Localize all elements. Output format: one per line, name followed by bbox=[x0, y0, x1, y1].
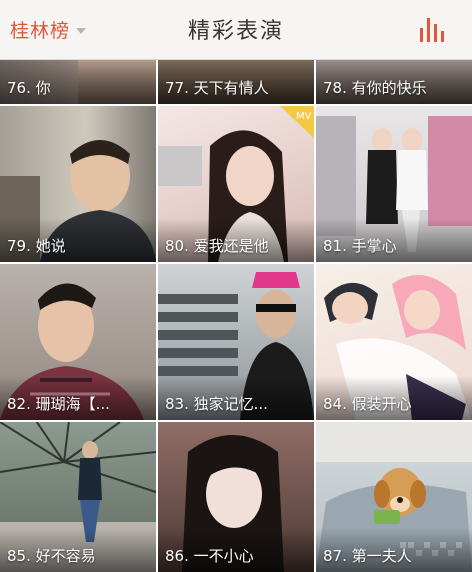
tile-84[interactable]: 84. 假装开心 bbox=[316, 264, 472, 420]
performance-grid: 76. 你 77. 天下有情人 78. 有你的快乐 79. 她说 MV 80. … bbox=[0, 60, 472, 572]
top-bar: 桂林榜 精彩表演 bbox=[0, 0, 472, 60]
tile-caption: 85. 好不容易 bbox=[7, 547, 96, 565]
tile-77[interactable]: 77. 天下有情人 bbox=[158, 60, 314, 104]
mv-badge: MV bbox=[280, 106, 314, 138]
tile-86[interactable]: 86. 一不小心 bbox=[158, 422, 314, 572]
tile-caption: 77. 天下有情人 bbox=[165, 79, 269, 97]
mv-badge-label: MV bbox=[296, 111, 312, 122]
tile-caption: 82. 珊瑚海【... bbox=[7, 395, 110, 413]
tile-caption: 87. 第一夫人 bbox=[323, 547, 412, 565]
tile-caption: 76. 你 bbox=[7, 79, 51, 97]
tile-85[interactable]: 85. 好不容易 bbox=[0, 422, 156, 572]
page-title: 精彩表演 bbox=[187, 19, 284, 44]
tile-caption: 81. 手掌心 bbox=[323, 237, 397, 255]
tile-76[interactable]: 76. 你 bbox=[0, 60, 156, 104]
tile-caption: 79. 她说 bbox=[7, 237, 66, 255]
tile-81[interactable]: 81. 手掌心 bbox=[316, 106, 472, 262]
tile-80[interactable]: MV 80. 爱我还是他 bbox=[158, 106, 314, 262]
tile-78[interactable]: 78. 有你的快乐 bbox=[316, 60, 472, 104]
tile-87[interactable]: 87. 第一夫人 bbox=[316, 422, 472, 572]
tile-caption: 80. 爱我还是他 bbox=[165, 237, 269, 255]
bar-chart-icon[interactable] bbox=[418, 14, 446, 44]
tile-83[interactable]: 83. 独家记忆... bbox=[158, 264, 314, 420]
tile-caption: 86. 一不小心 bbox=[165, 547, 254, 565]
tile-82[interactable]: 82. 珊瑚海【... bbox=[0, 264, 156, 420]
tile-caption: 83. 独家记忆... bbox=[165, 395, 268, 413]
tile-caption: 84. 假装开心 bbox=[323, 395, 412, 413]
tile-caption: 78. 有你的快乐 bbox=[323, 79, 427, 97]
tile-79[interactable]: 79. 她说 bbox=[0, 106, 156, 262]
